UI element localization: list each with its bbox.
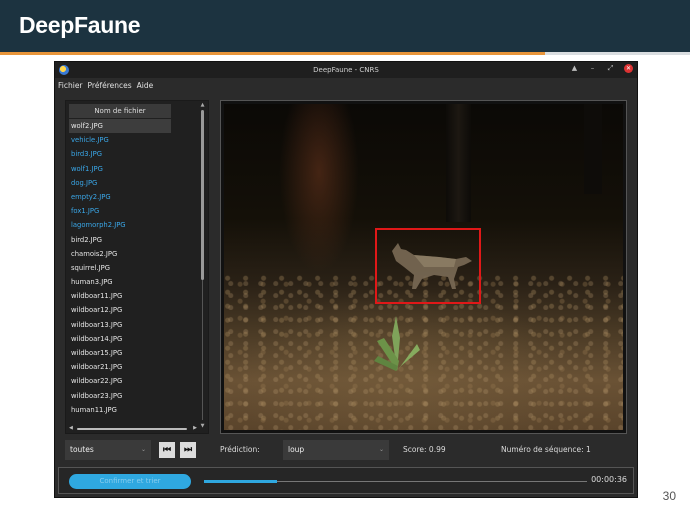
file-list-item[interactable]: wildboar22.JPG bbox=[69, 374, 171, 388]
file-list-item[interactable]: wildboar23.JPG bbox=[69, 389, 171, 403]
progress-fill bbox=[204, 480, 277, 483]
previous-button[interactable]: ⏮ bbox=[159, 442, 175, 458]
file-list-item[interactable]: wildboar11.JPG bbox=[69, 289, 171, 303]
photo-flash-glow bbox=[279, 104, 359, 274]
file-list-item[interactable]: dog.JPG bbox=[69, 176, 171, 190]
header-accent-line bbox=[0, 52, 545, 55]
minimize-icon[interactable]: – bbox=[588, 64, 597, 73]
file-list-item[interactable]: human11.JPG bbox=[69, 403, 171, 417]
scroll-left-icon[interactable]: ◀ bbox=[69, 425, 73, 431]
vscroll-thumb[interactable] bbox=[201, 110, 204, 280]
file-list-item[interactable]: empty2.JPG bbox=[69, 190, 171, 204]
file-list-item[interactable]: bird3.JPG bbox=[69, 147, 171, 161]
file-list-item[interactable]: bird2.JPG bbox=[69, 233, 171, 247]
file-list-item[interactable]: wildboar21.JPG bbox=[69, 360, 171, 374]
close-icon[interactable]: ✕ bbox=[624, 64, 633, 73]
file-list-panel: Nom de fichier wolf2.JPG vehicle.JPG bird3… bbox=[65, 100, 209, 434]
scroll-down-icon[interactable]: ▼ bbox=[199, 423, 206, 429]
file-list-item[interactable]: human3.JPG bbox=[69, 275, 171, 289]
file-list-item[interactable]: wolf2.JPG bbox=[69, 119, 171, 134]
header-divider-line bbox=[545, 52, 690, 55]
progress-bar bbox=[204, 480, 587, 483]
image-viewer bbox=[220, 100, 627, 434]
hscroll-thumb[interactable] bbox=[77, 428, 187, 430]
window-title: DeepFaune - CNRS bbox=[313, 66, 379, 74]
file-list-item[interactable]: fox1.JPG bbox=[69, 204, 171, 218]
file-list-item[interactable]: lagomorph2.JPG bbox=[69, 218, 171, 232]
progress-panel: Confirmer et trier 00:00:36 bbox=[58, 467, 634, 494]
menu-aide[interactable]: Aide bbox=[137, 81, 154, 90]
chevron-down-icon: ⌄ bbox=[378, 446, 384, 453]
prediction-label: Prédiction: bbox=[220, 445, 260, 454]
menubar: Fichier Préférences Aide bbox=[55, 78, 637, 92]
filter-select[interactable]: toutes ⌄ bbox=[65, 440, 151, 460]
file-list-item[interactable]: wolf1.JPG bbox=[69, 162, 171, 176]
file-list-item[interactable]: squirrel.JPG bbox=[69, 261, 171, 275]
file-list-header[interactable]: Nom de fichier bbox=[69, 104, 171, 118]
sequence-number-text: Numéro de séquence: 1 bbox=[501, 445, 591, 454]
slide-header: DeepFaune bbox=[0, 0, 690, 55]
file-list-hscroll[interactable]: ◀ ▶ bbox=[69, 425, 197, 432]
scroll-right-icon[interactable]: ▶ bbox=[193, 425, 197, 431]
score-text: Score: 0.99 bbox=[403, 445, 446, 454]
slide-number: 30 bbox=[662, 489, 676, 503]
brand-logo: DeepFaune bbox=[19, 12, 141, 38]
menu-preferences[interactable]: Préférences bbox=[88, 81, 132, 90]
plant-figure bbox=[374, 316, 420, 371]
file-list-item[interactable]: wildboar14.JPG bbox=[69, 332, 171, 346]
menu-fichier[interactable]: Fichier bbox=[58, 81, 83, 90]
skip-next-icon: ⏭ bbox=[183, 445, 193, 455]
next-button[interactable]: ⏭ bbox=[180, 442, 196, 458]
detection-bounding-box bbox=[375, 228, 481, 304]
file-list-item[interactable]: wildboar15.JPG bbox=[69, 346, 171, 360]
file-list-item[interactable]: vehicle.JPG bbox=[69, 133, 171, 147]
titlebar: DeepFaune - CNRS ▲ – ⤢ ✕ bbox=[55, 62, 637, 78]
prediction-select[interactable]: loup ⌄ bbox=[283, 440, 389, 460]
filter-value: toutes bbox=[70, 445, 94, 454]
window-controls: ▲ – ⤢ ✕ bbox=[570, 64, 633, 73]
skip-previous-icon: ⏮ bbox=[162, 445, 172, 455]
maximize-icon[interactable]: ⤢ bbox=[606, 64, 615, 73]
bottom-controls: toutes ⌄ ⏮ ⏭ Prédiction: loup ⌄ Score: 0… bbox=[65, 440, 631, 460]
camera-trap-photo bbox=[224, 104, 623, 430]
app-window: DeepFaune - CNRS ▲ – ⤢ ✕ Fichier Préfére… bbox=[54, 61, 638, 498]
elapsed-time: 00:00:36 bbox=[591, 475, 627, 484]
file-list-item[interactable]: wildboar12.JPG bbox=[69, 303, 171, 317]
prediction-value: loup bbox=[288, 445, 305, 454]
file-list: wolf2.JPG vehicle.JPG bird3.JPG wolf1.JPG do… bbox=[69, 119, 171, 417]
file-list-vscroll[interactable]: ▲ ▼ bbox=[199, 102, 206, 429]
tree-trunk bbox=[446, 104, 471, 222]
keep-above-icon[interactable]: ▲ bbox=[570, 64, 579, 73]
tree-trunk-right bbox=[584, 104, 602, 194]
scroll-up-icon[interactable]: ▲ bbox=[199, 102, 206, 108]
file-list-item[interactable]: chamois2.JPG bbox=[69, 247, 171, 261]
file-list-item[interactable]: wildboar13.JPG bbox=[69, 318, 171, 332]
confirm-button[interactable]: Confirmer et trier bbox=[69, 474, 191, 489]
chevron-down-icon: ⌄ bbox=[140, 446, 146, 453]
